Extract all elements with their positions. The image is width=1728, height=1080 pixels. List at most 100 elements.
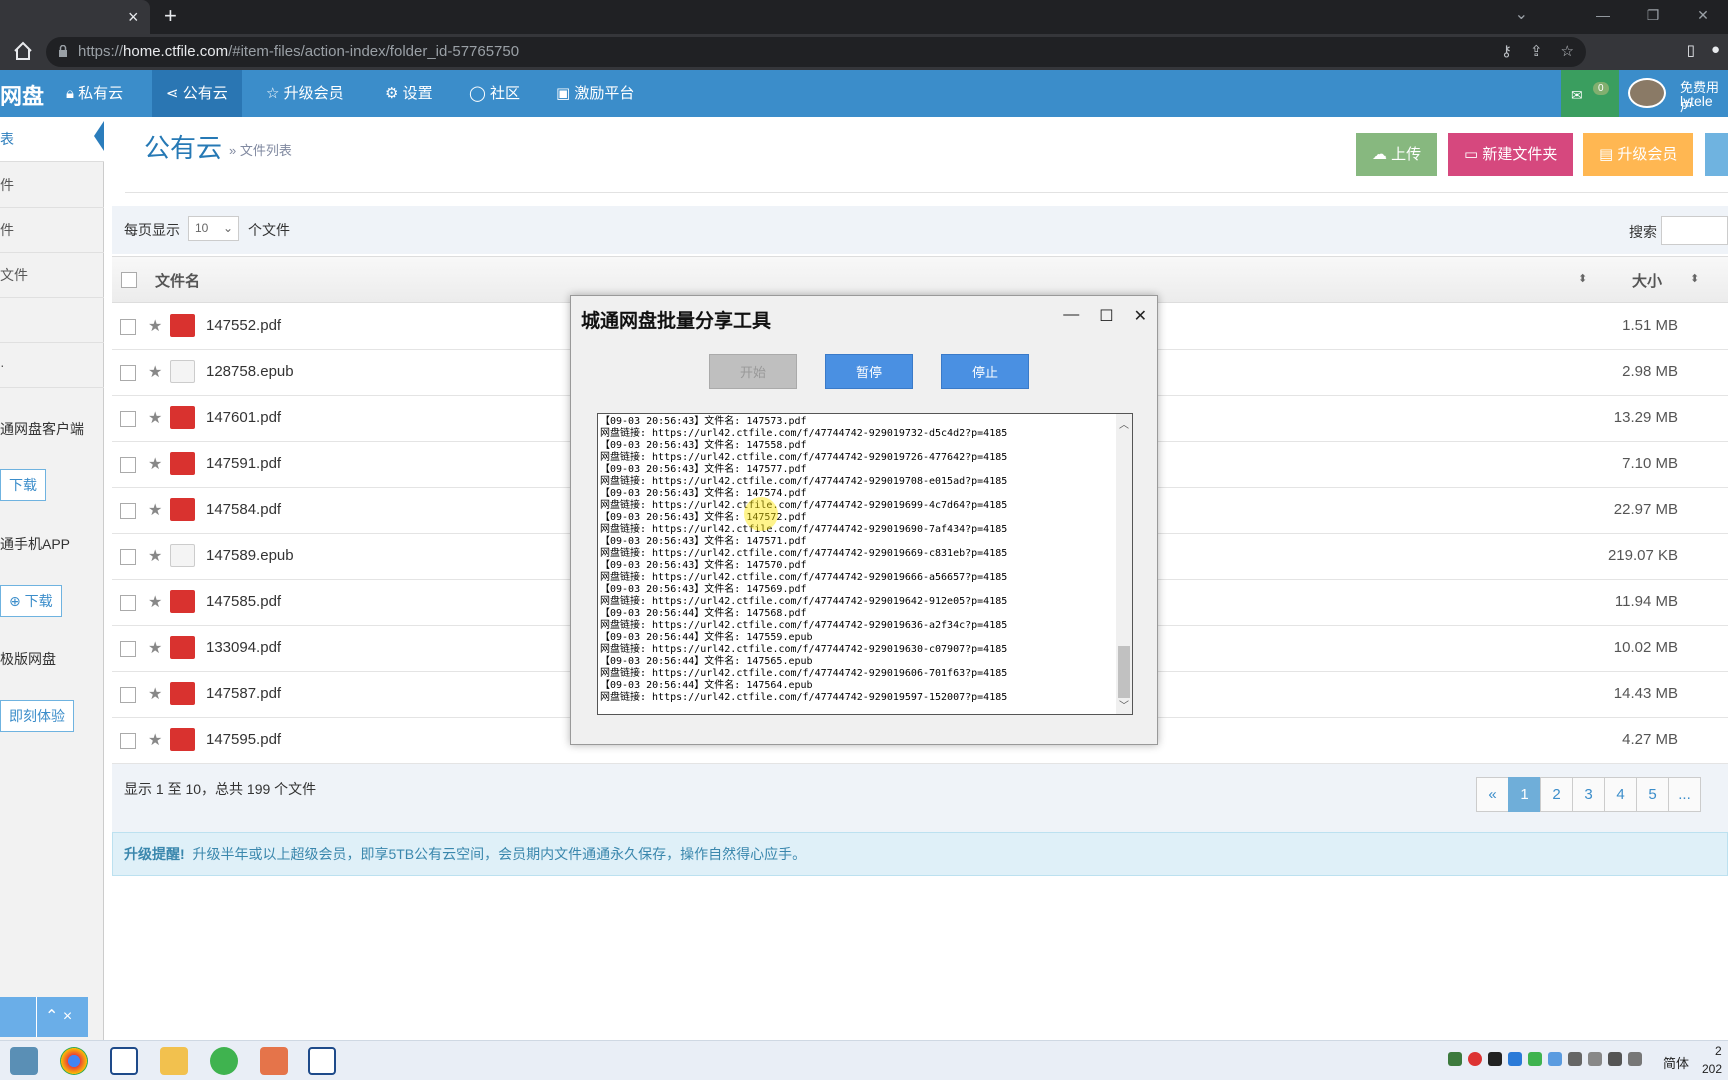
start-button[interactable]: 开始 [709, 354, 797, 389]
pager-page[interactable]: 2 [1540, 777, 1573, 812]
pager-prev[interactable]: « [1476, 777, 1509, 812]
file-name[interactable]: 147587.pdf [206, 685, 281, 702]
log-scrollbar[interactable]: ︿ ﹀ [1116, 414, 1132, 714]
bookmark-star-icon[interactable]: ☆ [1561, 42, 1574, 60]
window-close-icon[interactable]: ✕ [1678, 0, 1728, 34]
clock-date[interactable]: 202 [1702, 1062, 1722, 1076]
sidebar-item[interactable]: 件 [0, 163, 104, 208]
pager-page[interactable]: 5 [1636, 777, 1669, 812]
new-folder-button[interactable]: ▭ 新建文件夹 [1448, 133, 1574, 176]
nav-upgrade[interactable]: ☆ 升级会员 [252, 70, 358, 117]
pager-page[interactable]: 3 [1572, 777, 1605, 812]
tray-icon[interactable] [1508, 1052, 1522, 1066]
start-icon[interactable] [10, 1047, 38, 1075]
file-name[interactable]: 128758.epub [206, 363, 294, 380]
user-name[interactable]: lytele [1680, 93, 1713, 109]
file-name[interactable]: 147584.pdf [206, 501, 281, 518]
file-name[interactable]: 147589.epub [206, 547, 294, 564]
maximize-icon[interactable]: ❐ [1628, 0, 1678, 34]
per-page-select[interactable]: 10 ⌄ [188, 216, 239, 241]
file-name[interactable]: 147601.pdf [206, 409, 281, 426]
volume-icon[interactable] [1568, 1052, 1582, 1066]
star-icon[interactable]: ★ [148, 362, 162, 382]
scrollbar-thumb[interactable] [1118, 646, 1130, 698]
log-textarea[interactable]: 【09-03 20:56:43】文件名: 147573.pdf 网盘链接: htt… [597, 413, 1133, 715]
tab-search-chevron-icon[interactable]: ⌄ [1515, 4, 1528, 24]
try-now-button[interactable]: 即刻体验 [0, 700, 74, 732]
row-checkbox[interactable] [120, 595, 136, 611]
display-icon[interactable] [1608, 1052, 1622, 1066]
avatar[interactable] [1628, 78, 1666, 108]
sidebar-item[interactable]: · [0, 343, 104, 388]
tray-icon[interactable] [1628, 1052, 1642, 1066]
sort-icon[interactable]: ⬍ [1690, 272, 1699, 285]
address-bar[interactable]: https://home.ctfile.com/#item-files/acti… [46, 37, 1586, 67]
row-checkbox[interactable] [120, 549, 136, 565]
collapse-close-icons[interactable]: ⌃ × [36, 997, 72, 1037]
pager-page[interactable]: 4 [1604, 777, 1637, 812]
column-header-size[interactable]: 大小 [1632, 270, 1662, 291]
star-icon[interactable]: ★ [148, 316, 162, 336]
star-icon[interactable]: ★ [148, 592, 162, 612]
file-explorer-icon[interactable] [160, 1047, 188, 1075]
home-icon[interactable] [12, 40, 34, 62]
profile-icon[interactable]: ● [1711, 41, 1720, 59]
more-button[interactable] [1705, 133, 1728, 176]
tray-icon[interactable] [1548, 1052, 1562, 1066]
row-checkbox[interactable] [120, 503, 136, 519]
client-download-button[interactable]: 下载 [0, 469, 46, 501]
window-app-icon[interactable] [110, 1047, 138, 1075]
star-icon[interactable]: ★ [148, 408, 162, 428]
scroll-down-icon[interactable]: ﹀ [1119, 697, 1129, 712]
sidebar-item[interactable]: 件 [0, 208, 104, 253]
row-checkbox[interactable] [120, 641, 136, 657]
chrome-icon[interactable] [60, 1047, 88, 1075]
wechat-icon[interactable] [210, 1047, 238, 1075]
sort-icon[interactable]: ⬍ [1578, 272, 1587, 285]
new-tab-icon[interactable]: + [164, 3, 177, 29]
messages-button[interactable]: ✉ 0 [1561, 70, 1619, 117]
sidebar-item[interactable] [0, 298, 104, 343]
upload-button[interactable]: ☁ 上传 [1356, 133, 1438, 176]
file-name[interactable]: 147591.pdf [206, 455, 281, 472]
select-all-checkbox[interactable] [121, 272, 137, 288]
sidebar-item-file-list[interactable]: 表 [0, 117, 104, 162]
pause-button[interactable]: 暂停 [825, 354, 913, 389]
pager-page[interactable]: 1 [1508, 777, 1541, 812]
browser-tab[interactable]: × [0, 0, 150, 34]
row-checkbox[interactable] [120, 411, 136, 427]
nav-private-cloud[interactable]: 🔒︎ 私有云 [52, 70, 137, 117]
side-panel-icon[interactable]: ▯ [1687, 41, 1695, 59]
star-icon[interactable]: ★ [148, 638, 162, 658]
minimize-icon[interactable]: — [1578, 0, 1628, 34]
key-icon[interactable]: ⚷ [1501, 42, 1512, 60]
star-icon[interactable]: ★ [148, 500, 162, 520]
nav-settings[interactable]: ⚙ 设置 [371, 70, 447, 117]
android-download-button[interactable]: ⊕ 下载 [0, 585, 62, 617]
star-icon[interactable]: ★ [148, 730, 162, 750]
row-checkbox[interactable] [120, 687, 136, 703]
close-icon[interactable]: ✕ [1134, 306, 1147, 326]
star-icon[interactable]: ★ [148, 546, 162, 566]
brand-logo[interactable]: 网盘 [0, 79, 44, 111]
column-header-filename[interactable]: 文件名 [155, 270, 200, 291]
nav-community[interactable]: ◯ 社区 [455, 70, 534, 117]
row-checkbox[interactable] [120, 733, 136, 749]
network-icon[interactable] [1588, 1052, 1602, 1066]
tray-icon[interactable] [1468, 1052, 1482, 1066]
file-name[interactable]: 147585.pdf [206, 593, 281, 610]
tab-close-icon[interactable]: × [128, 7, 139, 28]
row-checkbox[interactable] [120, 365, 136, 381]
upgrade-button[interactable]: ▤ 升级会员 [1583, 133, 1694, 176]
input-language[interactable]: 简体 [1663, 1053, 1689, 1072]
scroll-up-icon[interactable]: ︿ [1119, 416, 1129, 431]
share-icon[interactable]: ⇪ [1530, 42, 1543, 60]
search-input[interactable] [1661, 216, 1728, 245]
nav-incentive[interactable]: ▣ 激励平台 [542, 70, 648, 117]
qq-icon[interactable] [1488, 1052, 1502, 1066]
sidebar-item[interactable]: 文件 [0, 253, 104, 298]
star-icon[interactable]: ★ [148, 684, 162, 704]
file-name[interactable]: 133094.pdf [206, 639, 281, 656]
nav-public-cloud[interactable]: ⋖ 公有云 [152, 70, 242, 117]
dialog-app-icon[interactable] [308, 1047, 336, 1075]
